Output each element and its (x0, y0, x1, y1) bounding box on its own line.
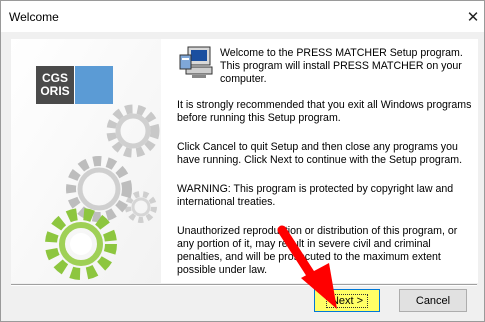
exit-programs-paragraph: It is strongly recommended that you exit… (177, 99, 472, 124)
setup-window: Welcome ✕ CGS ORIS Welcome to the PRESS … (0, 0, 485, 322)
unauthorized-reproduction-paragraph: Unauthorized reproduction or distributio… (177, 225, 458, 276)
window-title: Welcome (9, 10, 59, 24)
logo-line2: ORIS (40, 84, 69, 98)
cancel-button[interactable]: Cancel (399, 289, 467, 312)
logo-blue-square (75, 66, 113, 104)
setup-computer-icon (179, 46, 213, 78)
footer-divider (11, 284, 477, 286)
next-button[interactable]: Next > (314, 289, 380, 312)
logo-line1: CGS (42, 71, 68, 85)
close-icon[interactable]: ✕ (462, 1, 484, 32)
wizard-content: CGS ORIS Welcome to the PRESS MATCHER Se… (11, 39, 478, 283)
cancel-next-paragraph: Click Cancel to quit Setup and then clos… (177, 141, 463, 166)
gears-illustration: CGS ORIS (11, 39, 161, 283)
copyright-warning-paragraph: WARNING: This program is protected by co… (177, 183, 454, 208)
next-button-label: Next > (325, 293, 369, 308)
title-bar: Welcome ✕ (1, 1, 484, 32)
welcome-text-area: Welcome to the PRESS MATCHER Setup progr… (163, 39, 477, 283)
side-artwork: CGS ORIS (11, 39, 161, 283)
welcome-message: Welcome to the PRESS MATCHER Setup progr… (220, 47, 463, 85)
